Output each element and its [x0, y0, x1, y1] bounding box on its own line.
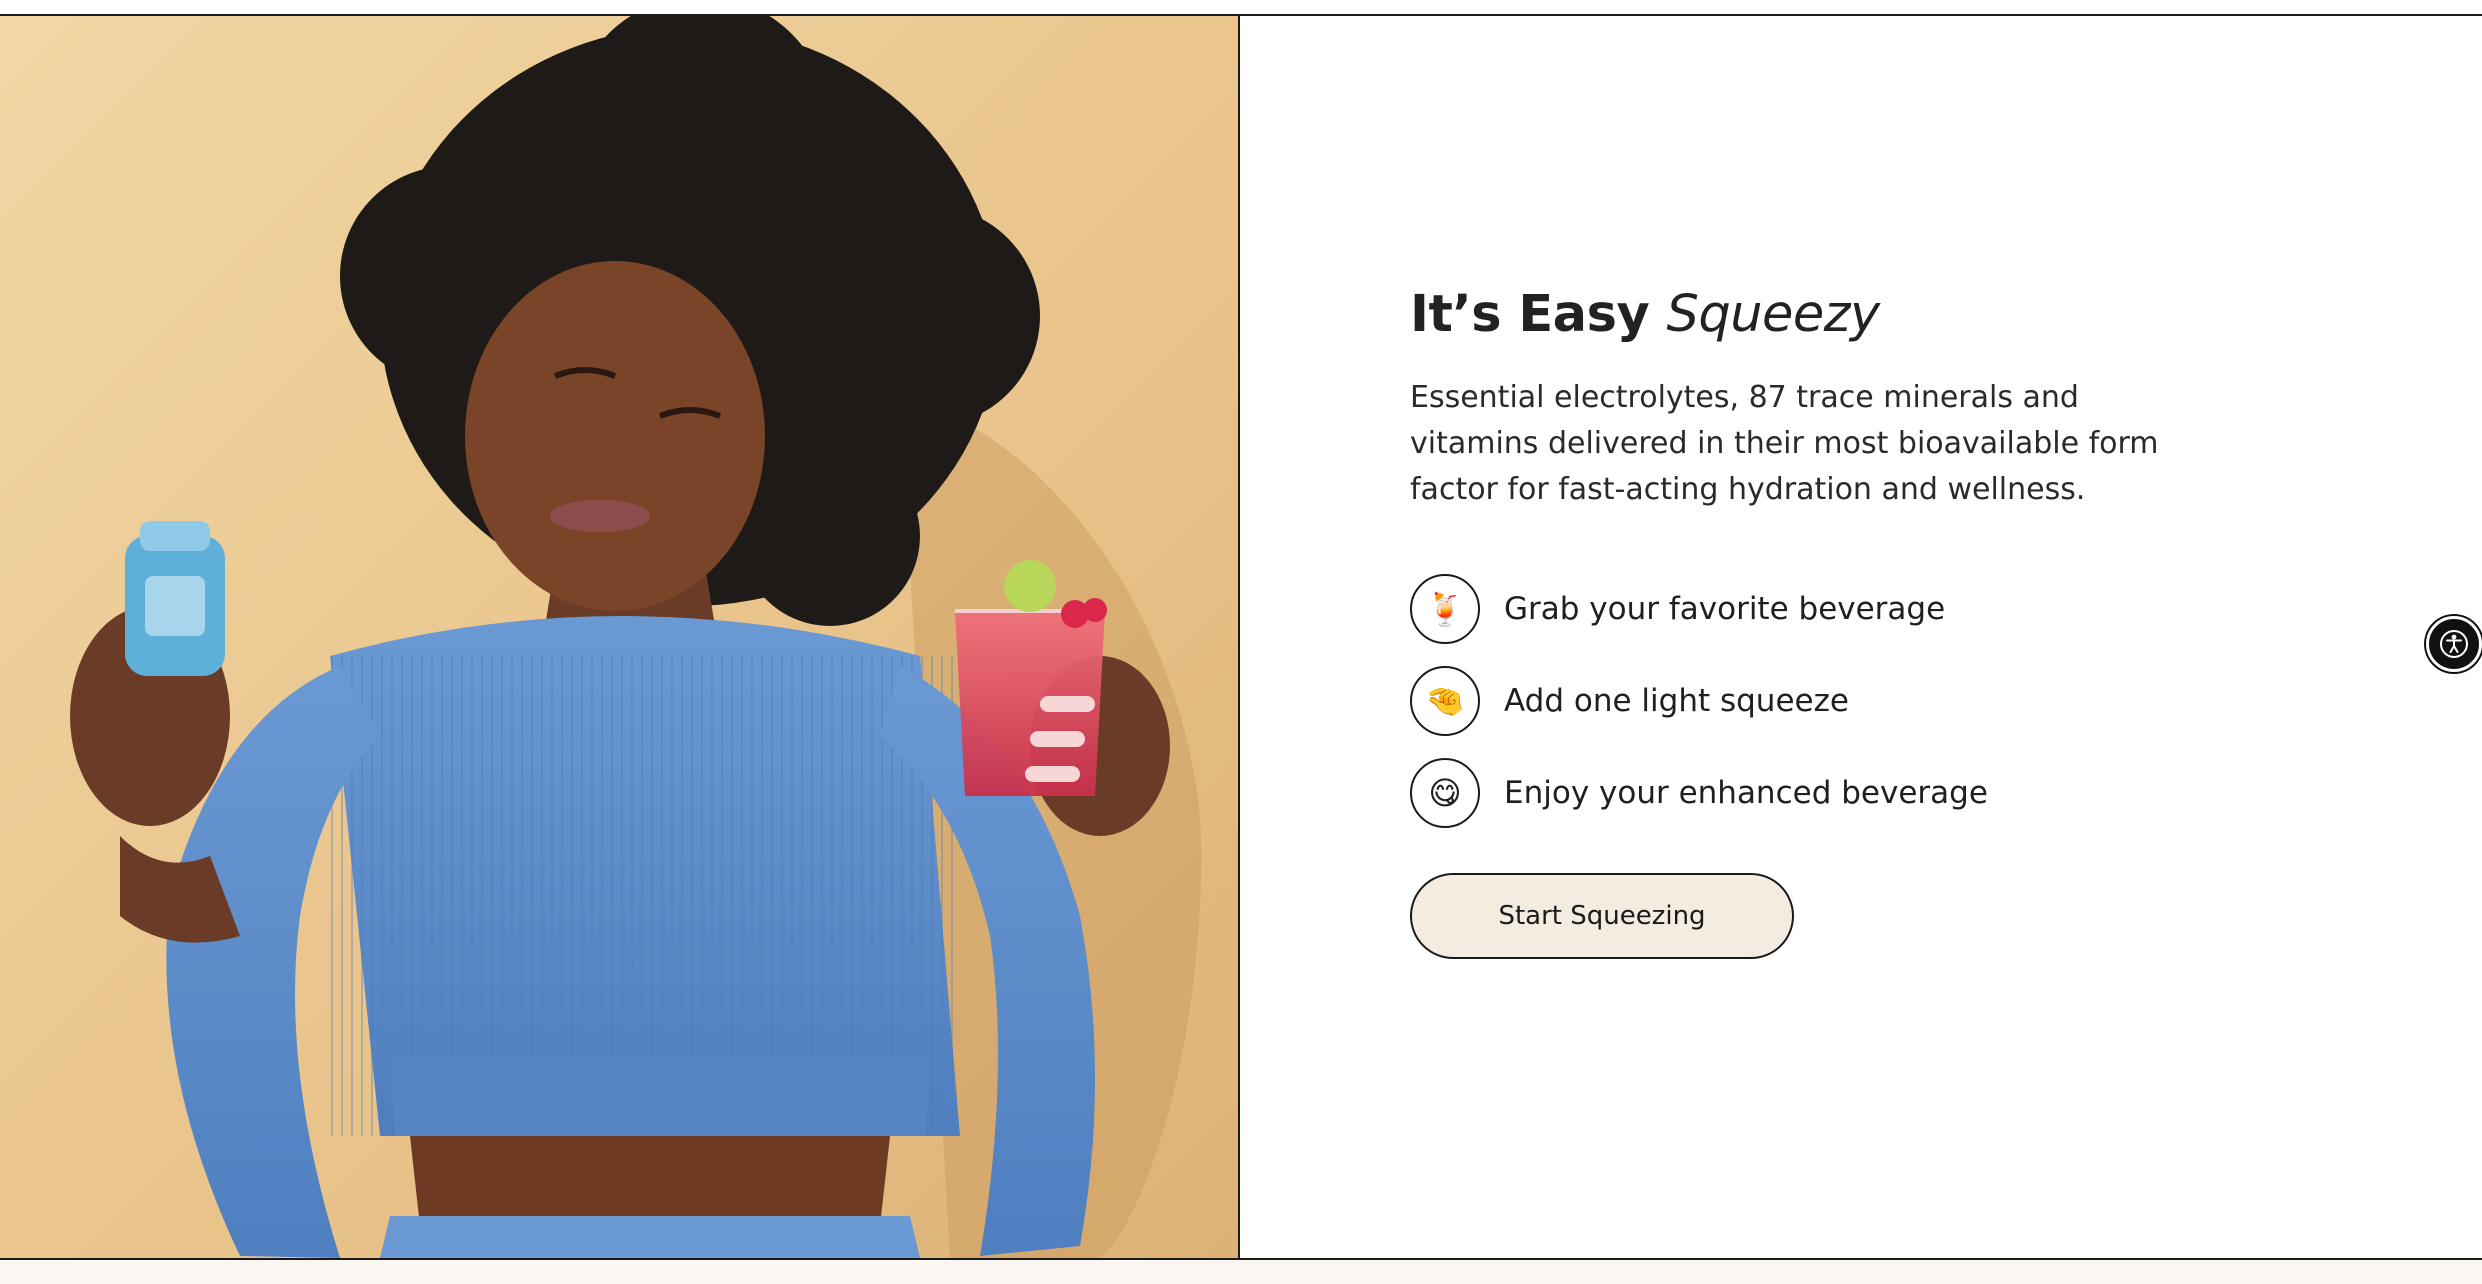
pinching-hand-icon: 🤏: [1410, 666, 1480, 737]
content-block: It’s Easy Squeezy Essential electrolytes…: [1410, 284, 2210, 960]
section-title-italic: Squeezy: [1666, 285, 1880, 344]
accessibility-icon: [2440, 630, 2468, 658]
section-title: It’s Easy Squeezy: [1410, 284, 2210, 345]
start-squeezing-button[interactable]: Start Squeezing: [1410, 873, 1794, 960]
hero-illustration: [0, 16, 1238, 1258]
content-panel: It’s Easy Squeezy Essential electrolytes…: [1240, 16, 2482, 1258]
step-item-enjoy: 😋 Enjoy your enhanced beverage: [1410, 757, 2210, 829]
hero-image: [0, 16, 1240, 1258]
section-title-regular: It’s Easy: [1410, 285, 1650, 344]
yum-face-icon: 😋: [1410, 758, 1480, 829]
step-item-grab: 🍹 Grab your favorite beverage: [1410, 573, 2210, 645]
section-description: Essential electrolytes, 87 trace mineral…: [1410, 380, 2159, 508]
footer-band: [0, 1260, 2482, 1284]
step-item-squeeze: 🤏 Add one light squeeze: [1410, 665, 2210, 737]
accessibility-button[interactable]: [2426, 616, 2482, 672]
page: It’s Easy Squeezy Essential electrolytes…: [0, 0, 2482, 1284]
step-label: Add one light squeeze: [1504, 683, 1849, 720]
tropical-drink-icon: 🍹: [1410, 574, 1480, 645]
steps-list: 🍹 Grab your favorite beverage 🤏 Add one …: [1410, 573, 2210, 829]
step-label: Enjoy your enhanced beverage: [1504, 775, 1988, 812]
easy-squeezy-section: It’s Easy Squeezy Essential electrolytes…: [0, 16, 2482, 1258]
step-label: Grab your favorite beverage: [1504, 591, 1946, 628]
